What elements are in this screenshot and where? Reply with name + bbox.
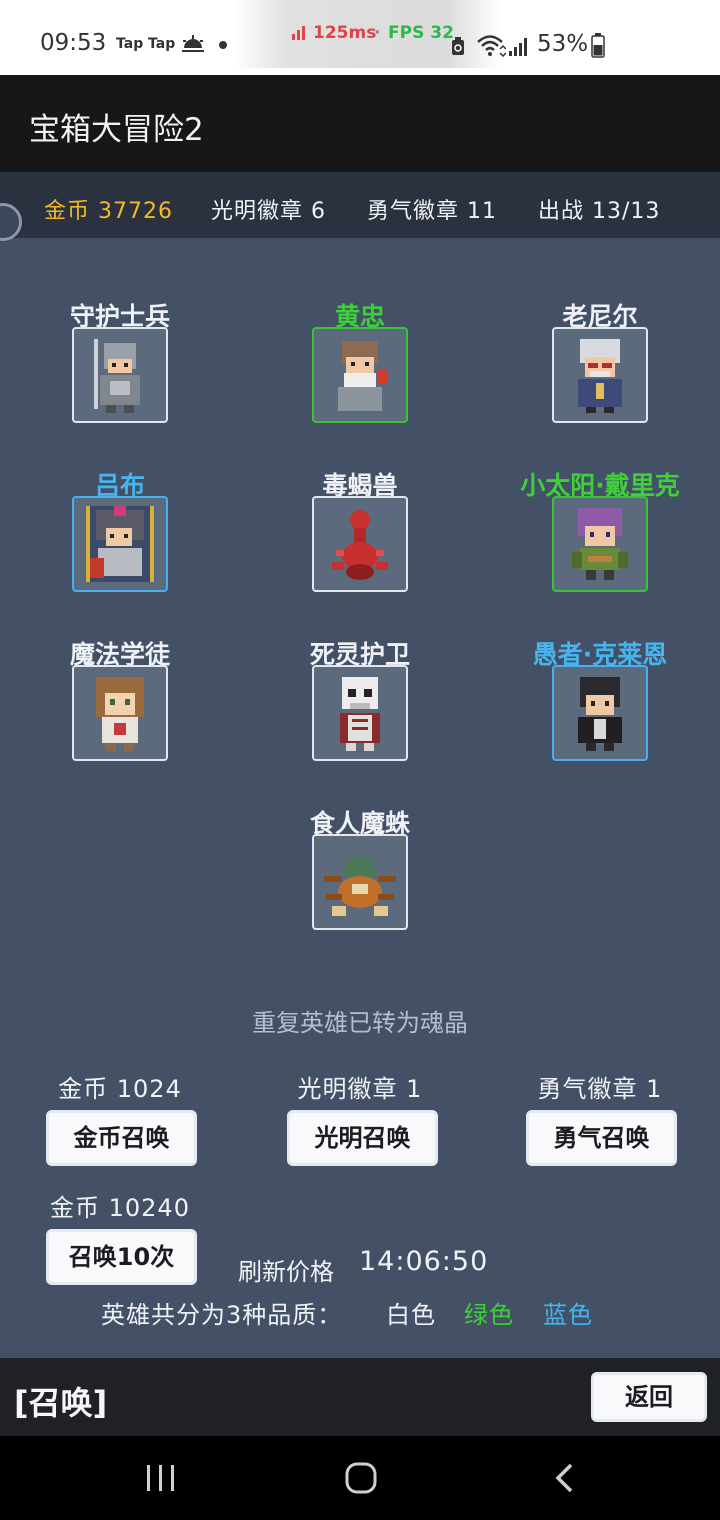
spider-sprite	[324, 856, 396, 916]
skeleton-sprite	[340, 677, 380, 751]
hero-portrait	[552, 665, 648, 761]
fps-readout: FPS 32	[388, 23, 454, 43]
quality-green: 绿色	[464, 1301, 514, 1329]
courage-summon-button[interactable]: 勇气召唤	[526, 1110, 677, 1166]
deployed-count: 出战 13/13	[538, 199, 661, 224]
back-nav-icon[interactable]	[553, 1462, 575, 1494]
courage-badge-balance: 勇气徽章 11	[367, 199, 497, 224]
battery-percent: 53%	[537, 31, 589, 57]
hero-portrait	[312, 496, 408, 592]
perf-separator: ·	[374, 23, 381, 43]
hero-portrait	[312, 327, 408, 423]
scorpion-sprite	[332, 510, 388, 580]
quality-white: 白色	[386, 1301, 436, 1329]
status-app-label: Tap	[148, 36, 176, 52]
refresh-label: 刷新价格	[238, 1258, 334, 1286]
duplicate-notice: 重复英雄已转为魂晶	[252, 1009, 468, 1037]
apprentice-mage-sprite	[96, 677, 144, 751]
ping-bars-icon	[292, 26, 305, 40]
cleaner-icon	[452, 37, 464, 55]
status-time: 09:53	[40, 30, 107, 56]
hero-portrait	[312, 665, 408, 761]
hero-portrait	[72, 327, 168, 423]
battery-icon	[591, 33, 605, 58]
gold-summon-cost: 金币 1024	[58, 1075, 182, 1103]
old-man-sprite	[578, 339, 622, 413]
hero-portrait	[552, 496, 648, 592]
wifi-icon	[477, 35, 506, 57]
armored-soldier-sprite	[94, 339, 140, 413]
light-summon-cost: 光明徽章 1	[297, 1075, 423, 1103]
old-general-sprite	[338, 341, 388, 411]
recent-apps-icon[interactable]	[145, 1463, 177, 1493]
signal-icon	[509, 38, 527, 56]
home-icon[interactable]	[344, 1461, 378, 1495]
hero-portrait	[552, 327, 648, 423]
weather-icon	[182, 35, 204, 52]
section-label: [召唤]	[14, 1384, 108, 1422]
warlord-sprite	[86, 506, 154, 582]
status-dot	[219, 41, 227, 49]
page-title: 宝箱大冒险2	[29, 112, 204, 148]
purple-hair-hero-sprite	[572, 508, 628, 580]
summon-ten-button[interactable]: 召唤10次	[46, 1229, 197, 1285]
hero-portrait	[72, 496, 168, 592]
gold-balance: 金币 37726	[44, 199, 173, 224]
light-summon-button[interactable]: 光明召唤	[287, 1110, 438, 1166]
light-badge-balance: 光明徽章 6	[211, 199, 326, 224]
status-app-label: Tap	[116, 36, 144, 52]
quality-blue: 蓝色	[543, 1301, 593, 1329]
quality-intro: 英雄共分为3种品质：	[101, 1301, 343, 1329]
hero-portrait	[312, 834, 408, 930]
back-button[interactable]: 返回	[591, 1372, 707, 1422]
gold-summon-button[interactable]: 金币召唤	[46, 1110, 197, 1166]
ping-readout: 125ms	[313, 23, 377, 43]
hero-portrait	[72, 665, 168, 761]
ten-summon-cost: 金币 10240	[50, 1194, 190, 1222]
courage-summon-cost: 勇气徽章 1	[537, 1075, 663, 1103]
refresh-timer: 14:06:50	[359, 1246, 489, 1277]
dark-hair-hero-sprite	[578, 677, 622, 751]
